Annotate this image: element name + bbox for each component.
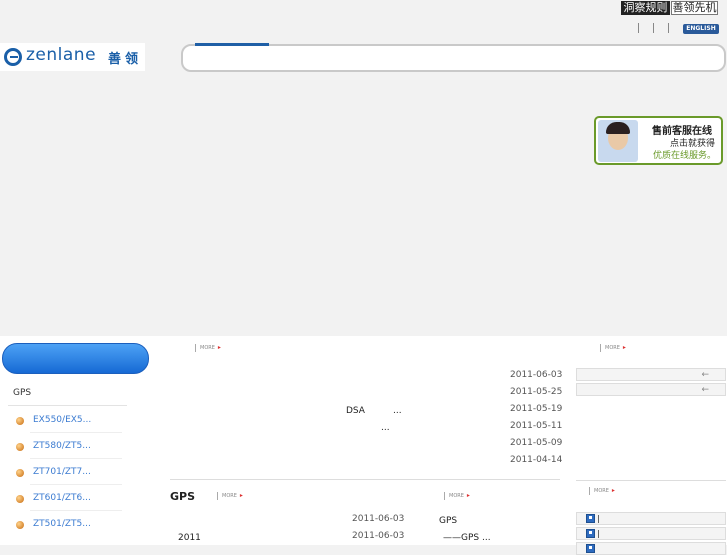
slogan-lead: 善领先机	[671, 1, 718, 15]
right-more-link[interactable]: MORE ▸	[600, 344, 626, 352]
product-link[interactable]: EX550/EX5...	[33, 415, 91, 425]
arrow-right-icon: ▸	[622, 344, 626, 351]
product-item[interactable]: ZT701/ZT7...	[16, 467, 126, 493]
logo-mark-icon	[4, 48, 22, 66]
divider	[598, 515, 599, 523]
divider	[598, 530, 599, 538]
logo[interactable]: zenlane 善领	[0, 43, 145, 71]
gps-item-title[interactable]: 2011	[178, 533, 201, 543]
divider	[30, 432, 122, 433]
news-date: 2011-06-03	[510, 370, 563, 380]
news-date: 2011-05-09	[510, 438, 563, 448]
mid-item-title[interactable]: ——GPS ...	[443, 533, 491, 543]
back-arrow-icon: ←	[701, 370, 709, 380]
main-nav-bar[interactable]	[181, 44, 726, 72]
divider	[8, 405, 127, 406]
logo-brand: zenlane	[26, 45, 97, 65]
gps-section-title: GPS	[170, 490, 196, 503]
save-icon	[586, 544, 595, 553]
divider	[30, 458, 122, 459]
download-more-link[interactable]: MORE ▸	[589, 487, 615, 495]
save-icon	[586, 529, 595, 538]
category-title: GPS	[13, 388, 32, 398]
back-arrow-icon: ←	[701, 385, 709, 395]
more-label: MORE	[200, 345, 215, 351]
quick-link-bar[interactable]: ←	[576, 383, 726, 396]
mid-more-link[interactable]: MORE ▸	[444, 492, 470, 500]
online-service-widget[interactable]: 售前客服在线 点击就获得 优质在线服务。	[594, 116, 723, 165]
gps-date: 2011-06-03	[352, 531, 405, 541]
news-date: 2011-05-25	[510, 387, 563, 397]
divider	[170, 479, 560, 480]
download-item[interactable]	[576, 527, 726, 540]
chat-note: 优质在线服务。	[653, 151, 717, 161]
gps-more-link[interactable]: MORE ▸	[217, 492, 243, 500]
quick-link-bar[interactable]: ←	[576, 368, 726, 381]
news-item-ellipsis[interactable]: ...	[393, 406, 402, 416]
divider	[668, 23, 669, 33]
product-item[interactable]: ZT501/ZT5...	[16, 519, 126, 545]
product-item[interactable]: EX550/EX5...	[16, 415, 126, 441]
news-date: 2011-05-19	[510, 404, 563, 414]
product-item[interactable]: ZT601/ZT6...	[16, 493, 126, 519]
slogan-insight: 洞察规则	[621, 1, 670, 15]
more-label: MORE	[594, 488, 609, 494]
gps-date: 2011-06-03	[352, 514, 405, 524]
news-item-title[interactable]: DSA	[346, 406, 365, 416]
download-item[interactable]	[576, 542, 726, 555]
bullet-icon	[16, 443, 24, 451]
english-link[interactable]: ENGLISH	[683, 24, 719, 34]
nav-active-tab[interactable]	[195, 43, 269, 46]
download-item[interactable]	[576, 512, 726, 525]
news-date: 2011-04-14	[510, 455, 563, 465]
logo-brand-cn: 善领	[108, 52, 143, 67]
bullet-icon	[16, 521, 24, 529]
more-label: MORE	[449, 493, 464, 499]
product-item[interactable]: ZT580/ZT5...	[16, 441, 126, 467]
product-link[interactable]: ZT701/ZT7...	[33, 467, 91, 477]
arrow-right-icon: ▸	[217, 344, 221, 351]
arrow-right-icon: ▸	[611, 487, 615, 494]
arrow-right-icon: ▸	[466, 492, 470, 499]
chat-title: 售前客服在线	[652, 126, 712, 137]
more-label: MORE	[605, 345, 620, 351]
product-link[interactable]: ZT601/ZT6...	[33, 493, 91, 503]
divider	[576, 480, 726, 481]
more-label: MORE	[222, 493, 237, 499]
mid-item-title[interactable]: GPS	[439, 516, 457, 526]
sidebar-header	[2, 343, 149, 374]
bullet-icon	[16, 495, 24, 503]
agent-avatar	[598, 120, 638, 162]
arrow-right-icon: ▸	[239, 492, 243, 499]
divider	[30, 510, 122, 511]
news-more-link[interactable]: MORE ▸	[195, 344, 221, 352]
divider	[638, 23, 639, 33]
divider	[653, 23, 654, 33]
news-item-ellipsis[interactable]: ...	[381, 423, 390, 433]
bullet-icon	[16, 417, 24, 425]
product-link[interactable]: ZT501/ZT5...	[33, 519, 91, 529]
save-icon	[586, 514, 595, 523]
news-date: 2011-05-11	[510, 421, 563, 431]
bullet-icon	[16, 469, 24, 477]
divider	[30, 484, 122, 485]
product-link[interactable]: ZT580/ZT5...	[33, 441, 91, 451]
